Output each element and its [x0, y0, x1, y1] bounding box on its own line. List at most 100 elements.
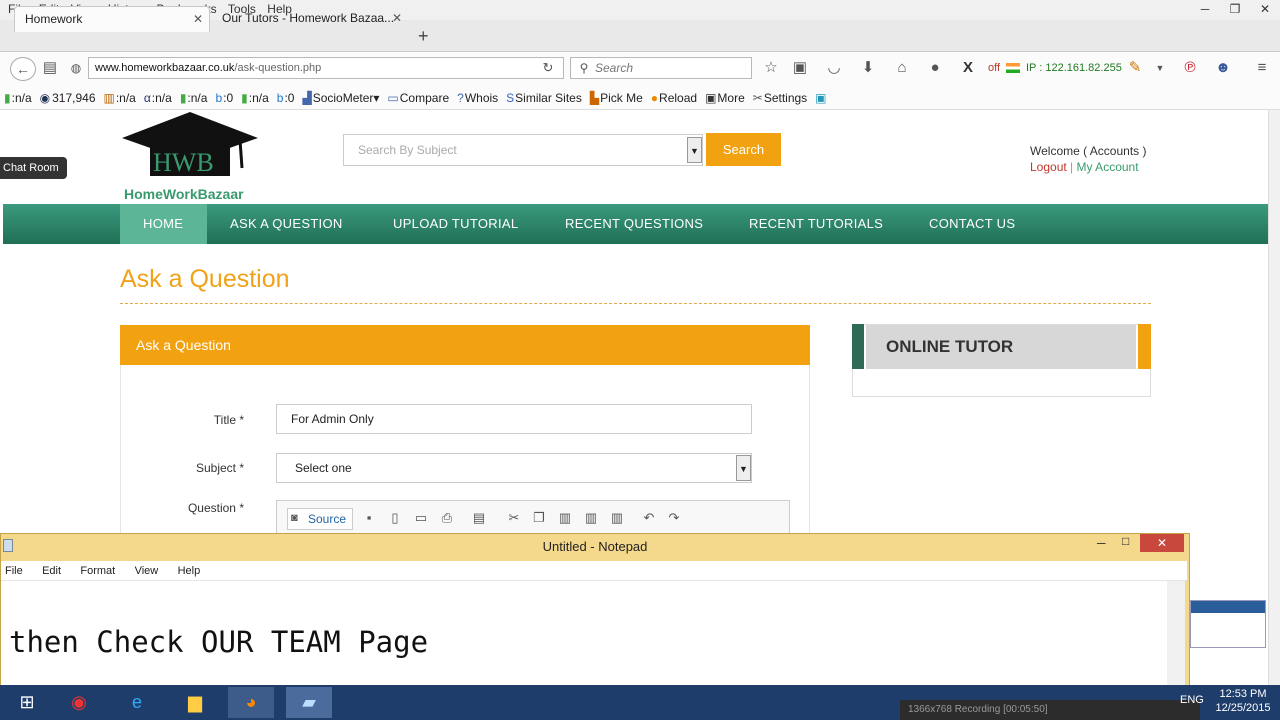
- np-menu-format[interactable]: Format: [80, 565, 115, 577]
- pick-me-button[interactable]: Pick Me: [600, 91, 643, 105]
- settings-button[interactable]: Settings: [764, 91, 807, 105]
- save-icon[interactable]: ▪: [360, 510, 378, 528]
- templates-icon[interactable]: ▤: [470, 510, 488, 528]
- title-divider: [120, 303, 1151, 304]
- twitter-icon[interactable]: ▣: [815, 91, 826, 105]
- preview-icon[interactable]: ▭: [412, 510, 430, 528]
- copy-icon[interactable]: ❐: [530, 510, 548, 528]
- paste-word-icon[interactable]: ▥: [608, 510, 626, 528]
- nav-upload-tutorial[interactable]: UPLOAD TUTORIAL: [393, 204, 518, 244]
- chat-icon[interactable]: ●: [925, 58, 945, 78]
- new-page-icon[interactable]: ▯: [386, 510, 404, 528]
- notepad-menubar: File Edit Format View Help: [1, 561, 1187, 581]
- seo-item[interactable]: :n/a: [116, 91, 136, 105]
- seo-item[interactable]: 317,946: [52, 91, 95, 105]
- nav-ask-question[interactable]: ASK A QUESTION: [230, 204, 343, 244]
- ie-icon[interactable]: e: [114, 687, 160, 718]
- reading-list-icon[interactable]: ▣: [790, 58, 810, 78]
- tutor-accent-right: [1138, 324, 1151, 369]
- settings-icon: ✂: [752, 90, 763, 105]
- firefox-icon[interactable]: ◕: [228, 687, 274, 718]
- compare-button[interactable]: Compare: [400, 91, 449, 105]
- np-menu-edit[interactable]: Edit: [42, 565, 61, 577]
- close-icon[interactable]: ✕: [1250, 0, 1280, 20]
- notepad-task-icon[interactable]: ▰: [286, 687, 332, 718]
- reload-button[interactable]: Reload: [659, 91, 697, 105]
- close-tab-icon[interactable]: ✕: [392, 6, 402, 30]
- page-scrollbar[interactable]: [1268, 110, 1280, 685]
- search-button[interactable]: Search: [706, 133, 781, 166]
- maximize-icon[interactable]: ❐: [1220, 0, 1250, 20]
- language-indicator[interactable]: ENG: [1180, 694, 1204, 706]
- chat-room-button[interactable]: Chat Room: [0, 157, 67, 179]
- x-extension-icon[interactable]: X: [958, 58, 978, 78]
- nav-recent-questions[interactable]: RECENT QUESTIONS: [565, 204, 703, 244]
- sociometer-icon: ▟: [302, 90, 312, 105]
- tab-title: Homework: [25, 12, 83, 26]
- download-icon[interactable]: ⬇: [858, 58, 878, 78]
- whois-button[interactable]: Whois: [465, 91, 498, 105]
- explorer-icon[interactable]: ▆: [172, 687, 218, 718]
- pickme-icon: ▙: [589, 90, 600, 105]
- paste-icon[interactable]: ▥: [556, 510, 574, 528]
- subject-search-select[interactable]: Search By Subject: [343, 134, 703, 166]
- close-icon[interactable]: ✕: [1140, 534, 1184, 552]
- np-menu-file[interactable]: File: [5, 565, 23, 577]
- seo-item[interactable]: :0: [223, 91, 233, 105]
- compare-icon: ▭: [387, 90, 399, 105]
- tab-our-tutors[interactable]: Our Tutors - Homework Bazaa... ✕: [212, 6, 408, 32]
- browser-search-input[interactable]: Search: [570, 57, 752, 79]
- my-account-link[interactable]: My Account: [1077, 160, 1139, 174]
- chrome-icon[interactable]: ◉: [56, 687, 102, 718]
- seo-item[interactable]: :n/a: [187, 91, 207, 105]
- seo-item[interactable]: :n/a: [12, 91, 32, 105]
- reload-icon[interactable]: ↻: [538, 58, 558, 78]
- pagerank-icon: ▮: [4, 90, 11, 105]
- minimize-icon[interactable]: ─: [1190, 0, 1220, 20]
- nav-recent-tutorials[interactable]: RECENT TUTORIALS: [749, 204, 883, 244]
- title-input[interactable]: For Admin Only: [276, 404, 752, 434]
- dropdown-icon[interactable]: ▼: [1150, 58, 1170, 78]
- np-menu-view[interactable]: View: [135, 565, 159, 577]
- back-icon[interactable]: ←: [10, 57, 36, 81]
- bookmark-star-icon[interactable]: ☆: [761, 58, 781, 78]
- pocket-icon[interactable]: ◡: [824, 58, 844, 78]
- seo-item[interactable]: :0: [284, 91, 294, 105]
- paste-text-icon[interactable]: ▥: [582, 510, 600, 528]
- source-icon: ◙: [291, 512, 298, 524]
- site-info-icon[interactable]: ◍: [66, 58, 86, 78]
- seo-item[interactable]: :n/a: [152, 91, 172, 105]
- pencil-icon[interactable]: ✎: [1125, 58, 1145, 78]
- undo-icon[interactable]: ↶: [640, 510, 658, 528]
- url-bar[interactable]: www.homeworkbazaar.co.uk/ask-question.ph…: [88, 57, 564, 79]
- seo-item[interactable]: :n/a: [249, 91, 269, 105]
- reload-icon: ●: [650, 90, 659, 105]
- more-button[interactable]: More: [717, 91, 744, 105]
- cut-icon[interactable]: ✂: [505, 510, 523, 528]
- pinterest-icon[interactable]: ℗: [1180, 58, 1200, 78]
- tab-homework[interactable]: Homework ✕: [14, 6, 210, 32]
- india-flag-icon: [1006, 63, 1020, 73]
- subject-search-placeholder: Search By Subject: [358, 143, 457, 157]
- logout-link[interactable]: Logout: [1030, 160, 1067, 174]
- account-icon[interactable]: ☻: [1213, 58, 1233, 78]
- sociometer-button[interactable]: SocioMeter▾: [313, 91, 380, 105]
- np-menu-help[interactable]: Help: [178, 565, 201, 577]
- maximize-icon[interactable]: □: [1122, 534, 1129, 548]
- home-icon[interactable]: ⌂: [892, 58, 912, 78]
- close-tab-icon[interactable]: ✕: [193, 7, 203, 31]
- print-icon[interactable]: ⎙: [438, 510, 456, 528]
- hamburger-menu-icon[interactable]: ≡: [1252, 58, 1272, 78]
- chevron-down-icon[interactable]: ▼: [736, 455, 751, 481]
- nav-home[interactable]: HOME: [143, 204, 183, 244]
- start-icon[interactable]: ⊞: [4, 687, 50, 718]
- subject-select[interactable]: Select one: [276, 453, 752, 483]
- new-tab-icon[interactable]: +: [418, 26, 429, 47]
- history-icon[interactable]: ▤: [40, 58, 60, 78]
- system-clock[interactable]: 12:53 PM 12/25/2015: [1208, 687, 1278, 715]
- redo-icon[interactable]: ↷: [665, 510, 683, 528]
- nav-contact-us[interactable]: CONTACT US: [929, 204, 1015, 244]
- similar-sites-button[interactable]: Similar Sites: [515, 91, 582, 105]
- chevron-down-icon[interactable]: ▼: [687, 137, 702, 163]
- minimize-icon[interactable]: ─: [1097, 536, 1106, 550]
